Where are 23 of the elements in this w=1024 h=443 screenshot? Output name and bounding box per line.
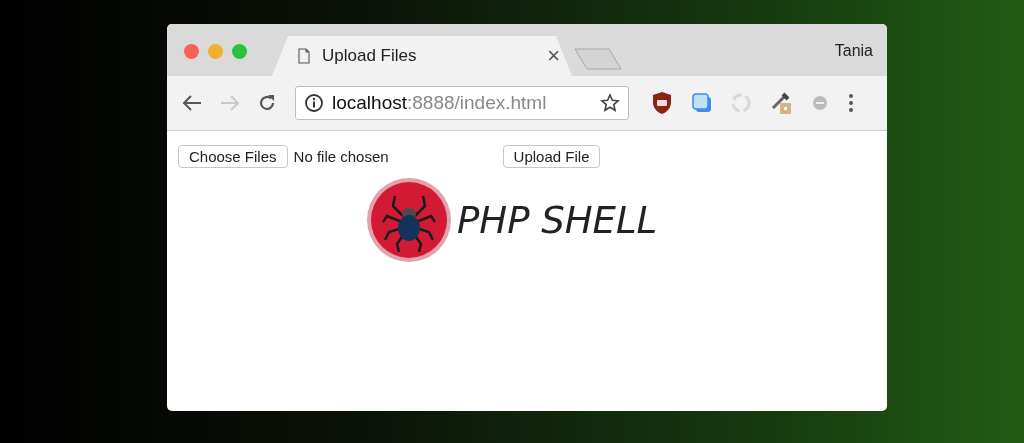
menu-icon[interactable] (847, 93, 855, 113)
file-status: No file chosen (293, 148, 389, 165)
circle-extension-icon[interactable] (811, 94, 829, 112)
squares-extension-icon[interactable] (691, 92, 713, 114)
window-zoom-button[interactable] (232, 44, 247, 59)
logo-title: PHP SHELL (457, 198, 658, 242)
new-tab-button[interactable] (574, 48, 622, 70)
spider-logo-icon (365, 176, 453, 264)
url-text: localhost:8888/index.html (332, 92, 548, 114)
close-tab-button[interactable]: × (547, 43, 560, 69)
bookmark-star-icon[interactable] (600, 93, 620, 113)
shield-extension-icon[interactable] (651, 91, 673, 115)
choose-files-button[interactable]: Choose Files (178, 145, 288, 168)
back-icon[interactable] (181, 94, 203, 112)
info-icon (304, 93, 324, 113)
browser-tab[interactable]: Upload Files × (272, 36, 572, 76)
reload-icon[interactable] (257, 93, 277, 113)
upload-file-button[interactable]: Upload File (502, 145, 601, 168)
profile-name[interactable]: Tania (834, 42, 873, 60)
address-bar[interactable]: localhost:8888/index.html (295, 86, 629, 120)
page-icon (298, 48, 310, 64)
window-close-button[interactable] (184, 44, 199, 59)
dropper-extension-icon[interactable] (769, 90, 793, 116)
